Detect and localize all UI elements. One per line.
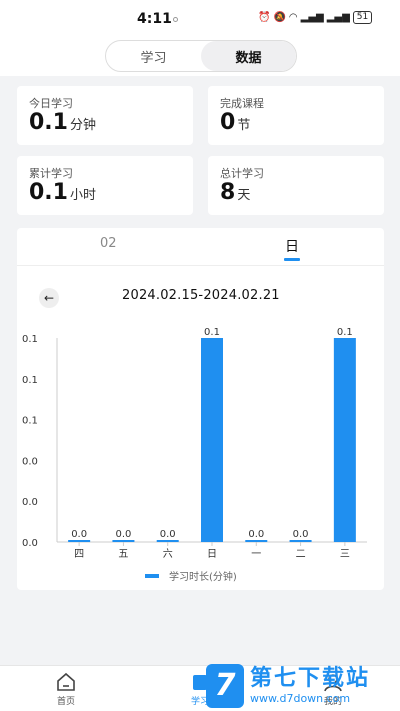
bar <box>289 540 312 542</box>
notification-dot-icon <box>173 17 178 22</box>
watermark-text: 第七下载站 www.d7down.com <box>250 666 370 706</box>
battery-icon: 51 <box>352 11 373 24</box>
y-tick-label: 0.1 <box>22 416 38 427</box>
data-label: 0.0 <box>115 529 131 540</box>
watermark-url: www.d7down.com <box>250 692 351 705</box>
y-tick-label: 0.0 <box>22 456 38 467</box>
wifi-icon: ◠ <box>288 12 298 23</box>
period-tabs: 02 日 <box>17 228 384 266</box>
chart-panel: 02 日 ← 2024.02.15-2024.02.21 0.0 0.0 0.0 0.… <box>17 228 384 590</box>
stat-label: 完成课程 <box>220 97 264 110</box>
chart-legend[interactable]: 学习时长(分钟) <box>145 568 237 583</box>
bar <box>112 540 135 542</box>
legend-label: 学习时长(分钟) <box>169 572 237 583</box>
status-bar: 4:11 ⏰ 🔕 ◠ ▂▄▆ ▂▄▆ 51 <box>0 0 400 38</box>
home-icon <box>57 672 75 691</box>
stat-unit: 小时 <box>69 188 96 203</box>
stat-value: 0节 <box>220 110 251 135</box>
signal-icon: ▂▄▆ <box>300 12 324 23</box>
mute-icon: 🔕 <box>273 12 286 23</box>
stat-unit: 分钟 <box>69 118 96 133</box>
segment-study[interactable]: 学习 <box>106 41 201 71</box>
arrow-left-icon: ← <box>43 291 55 305</box>
status-icons: ⏰ 🔕 ◠ ▂▄▆ ▂▄▆ 51 <box>258 11 373 24</box>
data-label: 0.0 <box>71 529 87 540</box>
data-label: 0.0 <box>248 529 264 540</box>
nav-item-home[interactable]: 首页 <box>26 666 106 711</box>
signal-2-icon: ▂▄▆ <box>326 12 350 23</box>
x-tick-label: 一 <box>251 549 261 560</box>
x-tick-label: 三 <box>340 549 350 560</box>
y-tick-label: 0.1 <box>22 375 38 386</box>
stat-unit: 节 <box>237 118 251 133</box>
watermark-logo: 7 <box>206 664 244 708</box>
stat-label: 今日学习 <box>29 97 73 110</box>
stat-card-today: 今日学习 0.1 分钟 <box>17 86 193 145</box>
alarm-icon: ⏰ <box>258 12 271 23</box>
y-tick-label: 0.0 <box>22 538 38 549</box>
tab-active-indicator <box>284 258 300 261</box>
bar-chart: 0.0 0.0 0.0 0.1 0.1 0.1 0.0 四 0.0 五 0.0 六 0.1 日 0.0 一 0.… <box>22 327 367 560</box>
x-tick-label: 日 <box>207 549 217 560</box>
bar <box>333 338 356 542</box>
data-label: 0.1 <box>337 327 353 338</box>
segmented-control: 学习 数据 <box>105 40 297 72</box>
data-label: 0.1 <box>204 327 220 338</box>
bar <box>201 338 223 542</box>
nav-label: 首页 <box>56 697 75 707</box>
header: 学习 数据 <box>0 38 400 76</box>
stat-value: 8天 <box>220 180 251 205</box>
segment-data[interactable]: 数据 <box>201 41 296 71</box>
stat-card-total: 总计学习 8天 <box>208 156 384 215</box>
watermark-title: 第七下载站 <box>250 666 371 691</box>
watermark: 7 第七下载站 www.d7down.com <box>206 664 370 708</box>
x-tick-label: 五 <box>118 549 128 560</box>
stat-label: 总计学习 <box>220 167 264 180</box>
stat-unit: 天 <box>237 188 251 203</box>
back-arrow-button[interactable]: ← <box>39 288 59 308</box>
data-label: 0.0 <box>293 529 309 540</box>
date-range: 2024.02.15-2024.02.21 <box>122 288 280 303</box>
stat-value: 0.1 小时 <box>29 180 96 205</box>
stat-value: 0.1 分钟 <box>29 110 96 135</box>
x-tick-label: 四 <box>74 549 84 560</box>
bar <box>68 540 91 542</box>
tab-day[interactable]: 日 <box>285 236 299 256</box>
stat-card-completed: 完成课程 0节 <box>208 86 384 145</box>
y-tick-label: 0.0 <box>22 497 38 508</box>
status-time: 4:11 <box>137 11 172 27</box>
bar <box>245 540 268 542</box>
stat-card-cumulative: 累计学习 0.1 小时 <box>17 156 193 215</box>
bar <box>156 540 179 542</box>
stat-label: 累计学习 <box>29 167 73 180</box>
tab-week[interactable]: 02 <box>100 236 117 251</box>
data-label: 0.0 <box>160 529 176 540</box>
x-tick-label: 六 <box>163 548 173 560</box>
x-tick-label: 二 <box>296 549 306 560</box>
legend-swatch <box>145 573 159 578</box>
y-tick-label: 0.1 <box>22 334 38 345</box>
